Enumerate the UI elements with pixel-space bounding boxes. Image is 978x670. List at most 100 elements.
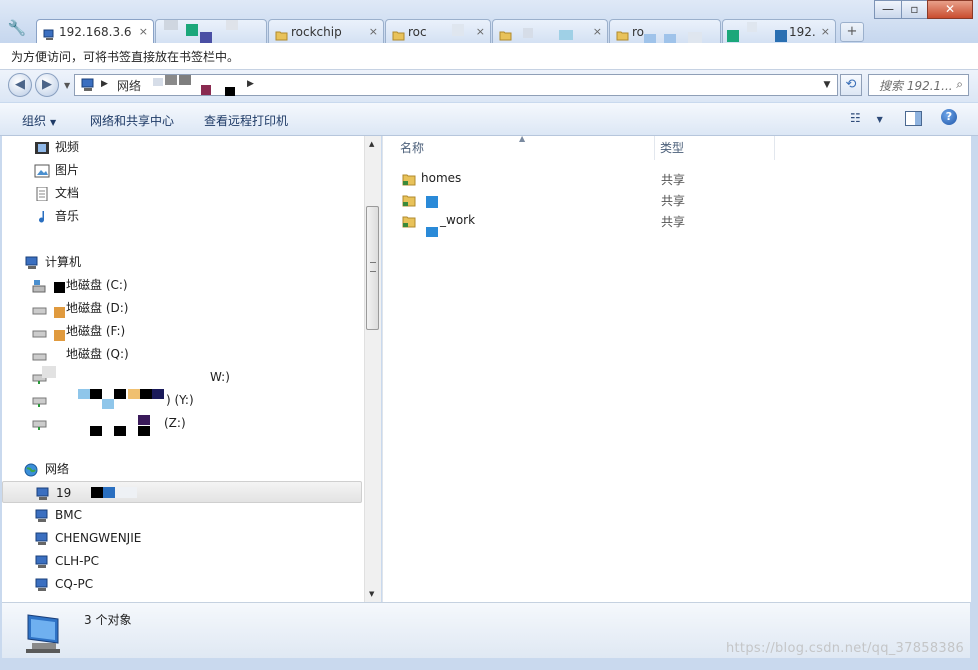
tab-5[interactable]: × <box>492 19 608 43</box>
tab-2[interactable] <box>155 19 267 43</box>
nav-label: W:) <box>210 370 230 384</box>
file-type: 共享 <box>661 194 686 208</box>
redaction-block <box>138 426 150 436</box>
nav-item-host-selected[interactable]: 19 <box>2 481 362 503</box>
globe-icon <box>24 462 40 477</box>
search-input[interactable]: 搜索 192.1... ⌕ <box>868 74 969 96</box>
new-tab-button[interactable]: + <box>840 22 864 42</box>
redaction-block <box>426 227 438 237</box>
maximize-button[interactable]: ▫ <box>901 0 928 19</box>
redaction-block <box>165 75 177 85</box>
close-icon[interactable]: × <box>369 20 378 43</box>
breadcrumb-chevron-icon[interactable]: ▶ <box>101 79 108 89</box>
file-name: _work <box>440 213 476 227</box>
redaction-block <box>42 366 56 378</box>
computer-icon <box>34 531 50 545</box>
refresh-button[interactable]: ⟲ <box>840 74 862 96</box>
document-icon <box>34 186 50 202</box>
nav-item-documents[interactable]: 文档 <box>2 182 362 204</box>
nav-item-network[interactable]: 网络 <box>2 458 362 480</box>
tab-4[interactable]: roc × <box>385 19 491 43</box>
nav-item-music[interactable]: 音乐 <box>2 205 362 227</box>
redaction-block <box>559 30 573 40</box>
file-type: 共享 <box>661 173 686 187</box>
history-dropdown-icon[interactable]: ▼ <box>64 81 70 90</box>
organize-label: 组织 <box>22 114 47 128</box>
file-row[interactable]: 共享 <box>400 190 960 210</box>
organize-button[interactable]: 组织 ▼ <box>22 112 56 129</box>
close-icon[interactable]: × <box>476 20 485 43</box>
wrench-icon[interactable]: 🔧 <box>7 18 27 38</box>
computer-icon <box>34 508 50 522</box>
nav-item-host-bmc[interactable]: BMC <box>2 504 362 526</box>
nav-item-videos[interactable]: 视频 <box>2 136 362 158</box>
help-icon[interactable]: ? <box>941 109 957 125</box>
nav-label: 网络 <box>45 462 70 476</box>
column-header-type[interactable]: 类型 <box>660 136 684 160</box>
nav-item-host-clh-pc[interactable]: CLH-PC <box>2 550 362 572</box>
breadcrumb-network[interactable]: 网络 <box>117 77 141 94</box>
minimize-button[interactable]: — <box>874 0 902 19</box>
video-icon <box>34 140 50 154</box>
redaction-block <box>688 32 702 43</box>
view-list-icon: ☷ <box>850 111 861 125</box>
scroll-thumb[interactable] <box>366 206 379 330</box>
nav-item-drive-q[interactable]: 地磁盘 (Q:) <box>2 343 362 365</box>
preview-pane-icon[interactable] <box>905 111 922 126</box>
close-window-button[interactable]: ✕ <box>927 0 973 19</box>
bookmark-bar: 为方便访问，可将书签直接放在书签栏中。 <box>0 43 978 70</box>
nav-item-host-cq-pc[interactable]: CQ-PC <box>2 573 362 595</box>
back-button[interactable]: ◀ <box>8 73 32 97</box>
redaction-block <box>225 87 235 96</box>
tab-6[interactable]: ro <box>609 19 721 43</box>
nav-scrollbar[interactable]: ▲ ▼ <box>364 136 381 602</box>
system-drive-icon <box>32 278 48 293</box>
tab-1[interactable]: 192.168.3.6 × <box>36 19 154 43</box>
redaction-block <box>200 32 212 43</box>
column-divider[interactable] <box>774 136 775 160</box>
column-divider[interactable] <box>654 136 655 160</box>
nav-label: 19 <box>56 486 72 500</box>
nav-label: 文档 <box>55 186 80 200</box>
close-icon[interactable]: × <box>593 20 602 43</box>
address-bar[interactable]: ▶ 网络 ▶ <box>74 74 838 96</box>
nav-label: 地磁盘 (F:) <box>66 324 126 338</box>
network-icon <box>43 25 56 40</box>
scroll-up-icon[interactable]: ▲ <box>369 140 374 148</box>
nav-item-pictures[interactable]: 图片 <box>2 159 362 181</box>
nav-item-drive-c[interactable]: 地磁盘 (C:) <box>2 274 362 296</box>
nav-item-drive-y[interactable]: ) (Y:) <box>2 389 362 411</box>
nav-item-host-chengwenjie[interactable]: CHENGWENJIE <box>2 527 362 549</box>
forward-button[interactable]: ▶ <box>35 73 59 97</box>
remote-printer-button[interactable]: 查看远程打印机 <box>204 112 288 129</box>
close-icon[interactable]: × <box>139 20 148 43</box>
address-dropdown-icon[interactable]: ▼ <box>818 75 836 95</box>
redaction-block <box>426 196 438 208</box>
network-icon <box>80 78 96 95</box>
network-center-button[interactable]: 网络和共享中心 <box>90 112 174 129</box>
redaction-block <box>644 34 656 43</box>
nav-item-drive-w[interactable]: W:) <box>2 366 362 388</box>
file-row[interactable]: _work 共享 <box>400 211 960 237</box>
nav-item-drive-z[interactable]: (Z:) <box>2 412 362 436</box>
file-row[interactable]: homes 共享 <box>400 169 960 189</box>
tab-7[interactable]: 192. × <box>722 19 836 43</box>
redaction-block <box>114 426 126 436</box>
bookmark-hint: 为方便访问，可将书签直接放在书签栏中。 <box>11 50 240 64</box>
drive-icon <box>32 324 48 338</box>
scroll-down-icon[interactable]: ▼ <box>369 590 374 598</box>
nav-label: 图片 <box>55 163 80 177</box>
picture-icon <box>34 163 50 178</box>
nav-item-computer[interactable]: 计算机 <box>2 251 362 273</box>
tab-3[interactable]: rockchip × <box>268 19 384 43</box>
redaction-block <box>54 282 65 293</box>
nav-item-drive-d[interactable]: 地磁盘 (D:) <box>2 297 362 319</box>
nav-item-drive-f[interactable]: 地磁盘 (F:) <box>2 320 362 342</box>
folder-icon <box>275 25 288 41</box>
column-header-name[interactable]: 名称 <box>400 136 424 160</box>
close-icon[interactable]: × <box>821 20 830 43</box>
breadcrumb-chevron-icon[interactable]: ▶ <box>247 79 254 89</box>
sort-ascending-icon: ▲ <box>519 134 526 143</box>
view-options-button[interactable]: ☷ ▼ <box>850 111 883 125</box>
chevron-down-icon: ▼ <box>50 118 57 127</box>
